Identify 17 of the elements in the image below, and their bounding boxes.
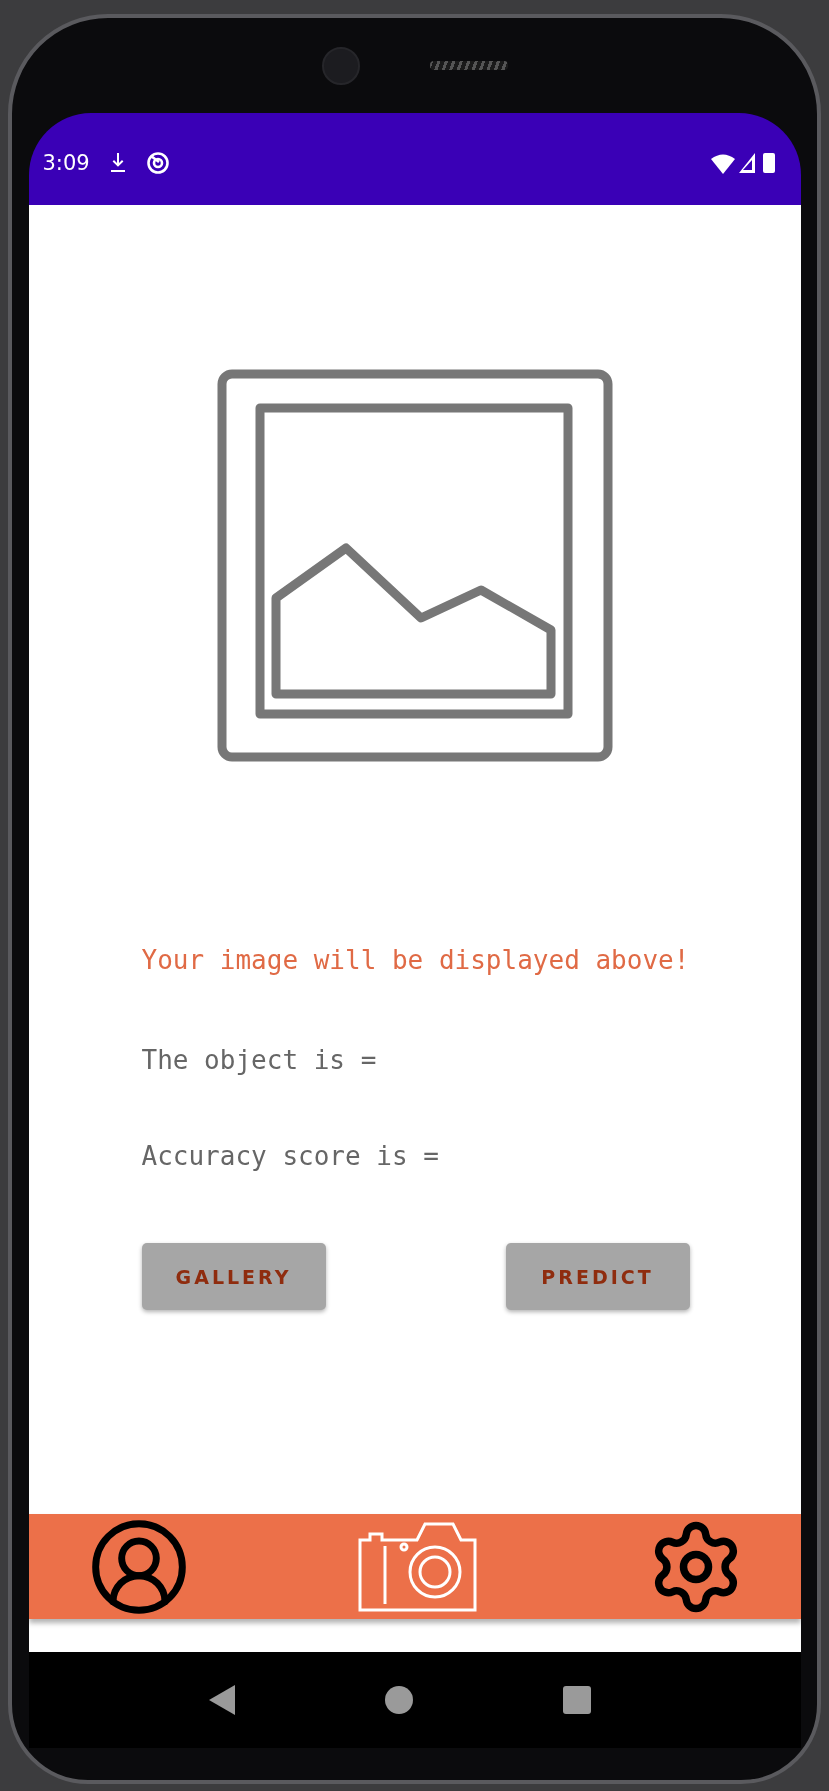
home-icon xyxy=(384,1686,413,1714)
recents-icon xyxy=(562,1686,591,1714)
camera-lens xyxy=(321,46,360,85)
image-placeholder-icon xyxy=(215,368,614,763)
battery-icon xyxy=(762,153,775,173)
status-time: 3:09 xyxy=(42,151,90,175)
recents-button[interactable] xyxy=(562,1686,591,1714)
back-button[interactable] xyxy=(208,1685,235,1715)
back-icon xyxy=(208,1685,235,1715)
image-hint-text: Your image will be displayed above! xyxy=(141,945,690,975)
download-icon xyxy=(109,153,126,173)
signal-icon xyxy=(738,153,755,173)
wifi-icon xyxy=(710,152,735,174)
home-button[interactable] xyxy=(384,1686,413,1714)
result-label: The object is = xyxy=(141,1045,377,1075)
result-label: Accuracy score is = xyxy=(141,1141,439,1171)
sync-icon xyxy=(145,151,170,175)
